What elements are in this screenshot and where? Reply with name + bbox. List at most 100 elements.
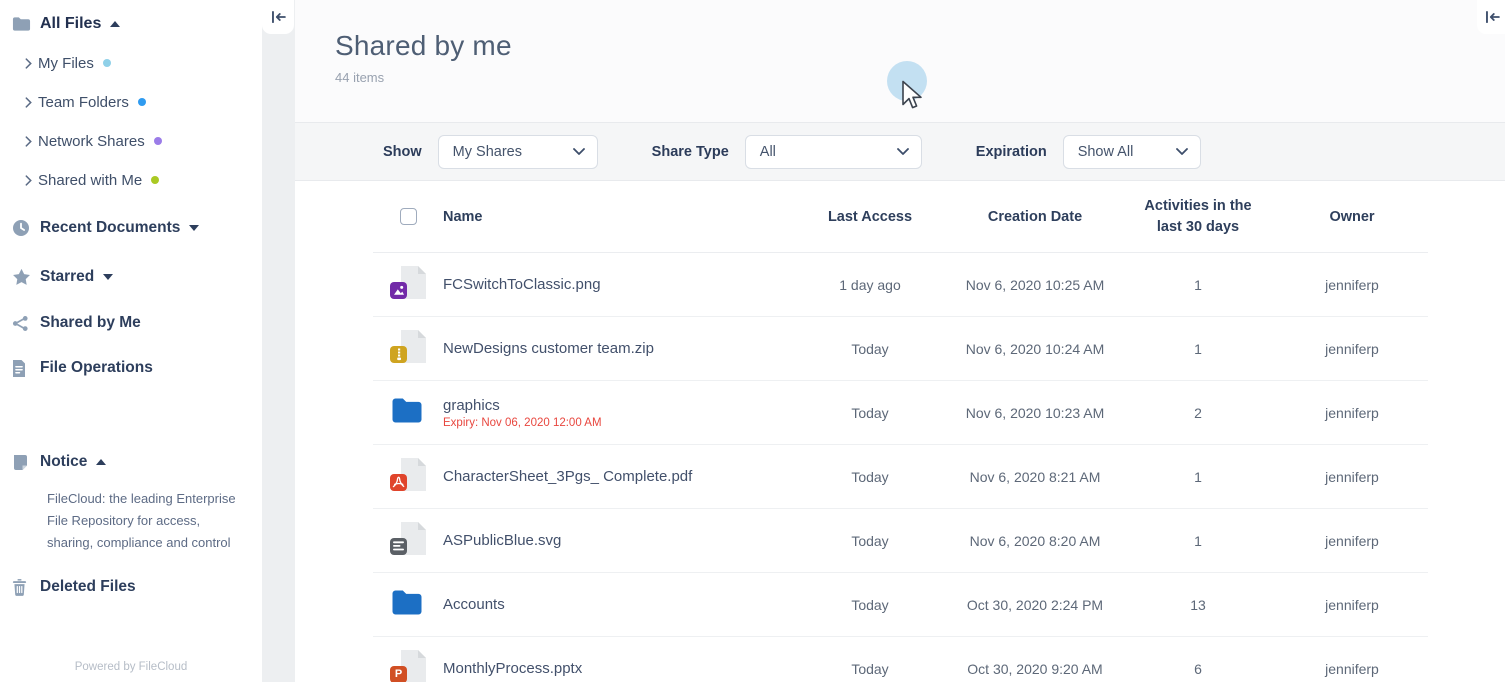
cell-owner: jenniferp [1276, 405, 1428, 421]
sidebar-item-team-folders[interactable]: Team Folders [12, 90, 262, 114]
expiration-filter-select[interactable]: Show All [1063, 135, 1201, 169]
sidebar-item-label: Deleted Files [40, 578, 136, 596]
document-icon [12, 360, 40, 377]
column-header-activities[interactable]: Activities in the last 30 days [1137, 196, 1259, 238]
cell-owner: jenniferp [1276, 597, 1428, 613]
table-row[interactable]: Accounts Today Oct 30, 2020 2:24 PM 13 j… [373, 573, 1428, 637]
file-table: Name Last Access Creation Date Activitie… [295, 181, 1508, 682]
chevron-down-icon [573, 148, 585, 155]
cell-last-access: Today [790, 469, 950, 485]
cell-activities: 1 [1120, 469, 1276, 485]
column-header-last-access[interactable]: Last Access [790, 209, 950, 225]
file-name[interactable]: graphics [443, 397, 790, 414]
folder-icon [12, 16, 40, 32]
column-header-name[interactable]: Name [435, 209, 790, 225]
table-row[interactable]: NewDesigns customer team.zip Today Nov 6… [373, 317, 1428, 381]
cell-owner: jenniferp [1276, 661, 1428, 677]
expiry-label: Expiry: Nov 06, 2020 12:00 AM [443, 417, 790, 429]
cell-creation-date: Nov 6, 2020 10:24 AM [950, 341, 1120, 357]
sidebar-item-file-operations[interactable]: File Operations [12, 356, 262, 380]
caret-down-icon [189, 225, 199, 231]
show-filter-label: Show [383, 144, 422, 160]
sidebar-item-deleted-files[interactable]: Deleted Files [12, 575, 262, 599]
caret-down-icon [103, 274, 113, 280]
table-row[interactable]: CharacterSheet_3Pgs_ Complete.pdf Today … [373, 445, 1428, 509]
table-row[interactable]: graphics Expiry: Nov 06, 2020 12:00 AM T… [373, 381, 1428, 445]
filecloud-app: All Files My Files Team Folders Network … [0, 0, 1508, 682]
file-name[interactable]: FCSwitchToClassic.png [443, 276, 790, 293]
file-name[interactable]: MonthlyProcess.pptx [443, 660, 790, 677]
trash-icon [12, 579, 40, 596]
file-name[interactable]: ASPublicBlue.svg [443, 532, 790, 549]
cell-activities: 2 [1120, 405, 1276, 421]
sidebar-item-label: Notice [40, 453, 87, 471]
table-row[interactable]: ASPublicBlue.svg Today Nov 6, 2020 8:20 … [373, 509, 1428, 573]
cell-owner: jenniferp [1276, 341, 1428, 357]
sidebar-item-all-files[interactable]: All Files [12, 12, 262, 36]
sidebar-item-label: Team Folders [38, 94, 129, 111]
collapse-left-sidebar-button[interactable] [262, 0, 294, 34]
notice-text: FileCloud: the leading Enterprise File R… [47, 488, 248, 554]
file-name[interactable]: NewDesigns customer team.zip [443, 340, 790, 357]
sidebar-item-my-files[interactable]: My Files [12, 51, 262, 75]
file-type-icon [390, 522, 426, 560]
cell-activities: 1 [1120, 277, 1276, 293]
status-dot [151, 176, 159, 184]
sidebar-item-notice[interactable]: Notice [12, 450, 262, 474]
table-row[interactable]: P MonthlyProcess.pptx Today Oct 30, 2020… [373, 637, 1428, 682]
sidebar-item-shared-by-me[interactable]: Shared by Me [12, 311, 262, 335]
sidebar-item-label: Starred [40, 268, 94, 286]
sidebar-item-shared-with-me[interactable]: Shared with Me [12, 168, 262, 192]
sidebar-item-label: Shared by Me [40, 314, 141, 332]
cell-last-access: Today [790, 533, 950, 549]
cell-creation-date: Oct 30, 2020 2:24 PM [950, 597, 1120, 613]
expiration-filter-label: Expiration [976, 144, 1047, 160]
sidebar-item-label: My Files [38, 55, 94, 72]
mouse-cursor [901, 80, 923, 112]
sidebar: All Files My Files Team Folders Network … [0, 0, 262, 682]
caret-up-icon [96, 459, 106, 465]
column-header-creation-date[interactable]: Creation Date [950, 209, 1120, 225]
cell-activities: 13 [1120, 597, 1276, 613]
cell-creation-date: Oct 30, 2020 9:20 AM [950, 661, 1120, 677]
sidebar-item-network-shares[interactable]: Network Shares [12, 129, 262, 153]
share-type-filter-label: Share Type [652, 144, 729, 160]
collapse-right-icon [1484, 10, 1501, 24]
cell-creation-date: Nov 6, 2020 8:21 AM [950, 469, 1120, 485]
status-dot [154, 137, 162, 145]
collapse-right-panel-button[interactable] [1477, 0, 1508, 34]
filter-bar: Show My Shares Share Type All Expiration… [295, 122, 1508, 181]
sidebar-item-label: Shared with Me [38, 172, 142, 189]
sidebar-gutter [262, 0, 295, 682]
collapse-left-icon [270, 10, 287, 24]
cell-last-access: Today [790, 405, 950, 421]
cell-last-access: Today [790, 661, 950, 677]
share-icon [12, 315, 40, 332]
powered-by-label: Powered by FileCloud [0, 661, 262, 673]
cell-owner: jenniferp [1276, 533, 1428, 549]
chevron-right-icon [25, 136, 38, 147]
cell-activities: 6 [1120, 661, 1276, 677]
note-icon [12, 454, 40, 471]
select-all-checkbox[interactable] [400, 208, 417, 225]
cell-owner: jenniferp [1276, 277, 1428, 293]
page-title: Shared by me [335, 30, 1508, 62]
sidebar-item-recent-documents[interactable]: Recent Documents [12, 216, 262, 240]
table-row[interactable]: FCSwitchToClassic.png 1 day ago Nov 6, 2… [373, 253, 1428, 317]
status-dot [138, 98, 146, 106]
chevron-down-icon [897, 148, 909, 155]
share-type-filter-select[interactable]: All [745, 135, 922, 169]
cell-last-access: Today [790, 341, 950, 357]
show-filter-select[interactable]: My Shares [438, 135, 598, 169]
file-type-icon [390, 588, 424, 621]
sidebar-item-starred[interactable]: Starred [12, 265, 262, 289]
status-dot [103, 59, 111, 67]
file-type-icon [390, 266, 426, 304]
column-header-owner[interactable]: Owner [1276, 209, 1428, 225]
file-type-icon: P [390, 650, 426, 682]
caret-up-icon [110, 21, 120, 27]
chevron-right-icon [25, 97, 38, 108]
file-name[interactable]: Accounts [443, 596, 790, 613]
sidebar-item-label: All Files [40, 15, 101, 33]
file-name[interactable]: CharacterSheet_3Pgs_ Complete.pdf [443, 468, 790, 485]
